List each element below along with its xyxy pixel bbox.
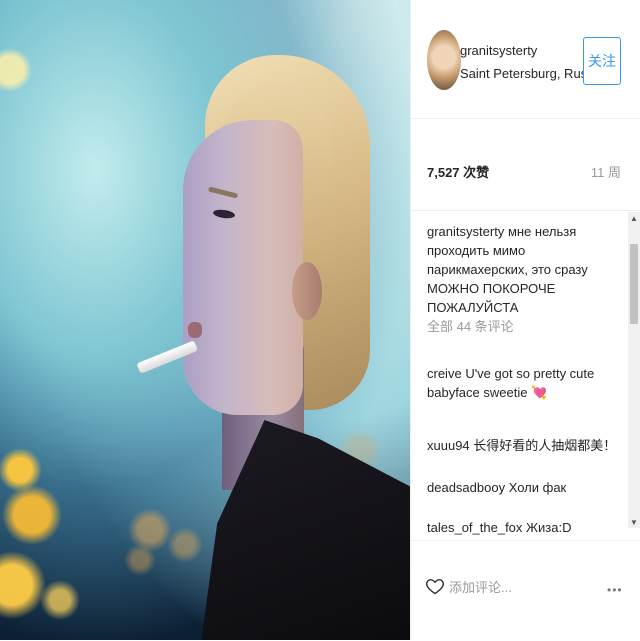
post-time[interactable]: 11 周	[591, 162, 621, 181]
photo-lips	[188, 322, 202, 338]
photo-ear	[292, 262, 322, 320]
comments-scrollbar[interactable]: ▲ ▼	[628, 212, 640, 528]
likes-count[interactable]: 7,527 次赞	[427, 162, 489, 181]
post-username[interactable]: granitsysterty	[460, 43, 537, 58]
post-footer: 添加评论... •••	[411, 540, 640, 641]
post-stats: 7,527 次赞 11 周	[411, 118, 640, 211]
comment-text: Жиза:D	[526, 520, 572, 535]
comment-item: xuuu94 长得好看的人抽烟都美！	[427, 436, 627, 455]
post-header: granitsysterty Saint Petersburg, Rus... …	[411, 0, 640, 119]
add-comment-input[interactable]: 添加评论...	[449, 577, 512, 596]
comment-username[interactable]: deadsadbooy	[427, 480, 505, 495]
scroll-up-icon[interactable]: ▲	[628, 212, 640, 224]
comments-list[interactable]: granitsysterty мне нельзя проходить мимо…	[411, 212, 631, 540]
post-side-panel: granitsysterty Saint Petersburg, Rus... …	[410, 0, 640, 640]
comment-username[interactable]: xuuu94	[427, 438, 470, 453]
follow-button[interactable]: 关注	[583, 37, 621, 85]
scrollbar-thumb[interactable]	[630, 244, 638, 324]
comment-text: 长得好看的人抽烟都美！	[473, 438, 617, 453]
heart-icon[interactable]	[425, 573, 445, 599]
comment-item: tales_of_the_fox Жиза:D	[427, 518, 627, 537]
post-photo	[0, 0, 410, 640]
caption-username[interactable]: granitsysterty	[427, 224, 504, 239]
comment-text: Холи фак	[508, 480, 567, 495]
caption: granitsysterty мне нельзя проходить мимо…	[427, 222, 627, 317]
comment-username[interactable]: creive	[427, 366, 462, 381]
scroll-down-icon[interactable]: ▼	[628, 516, 640, 528]
comment-item: creive U've got so pretty cute babyface …	[427, 364, 627, 402]
avatar[interactable]	[427, 30, 461, 90]
photo-face	[183, 120, 303, 415]
comment-username[interactable]: tales_of_the_fox	[427, 520, 522, 535]
comment-item: deadsadbooy Холи фак	[427, 478, 627, 497]
more-options-button[interactable]: •••	[607, 583, 623, 597]
view-all-comments-link[interactable]: 全部 44 条评论	[427, 316, 514, 335]
post-location[interactable]: Saint Petersburg, Rus...	[460, 66, 598, 81]
